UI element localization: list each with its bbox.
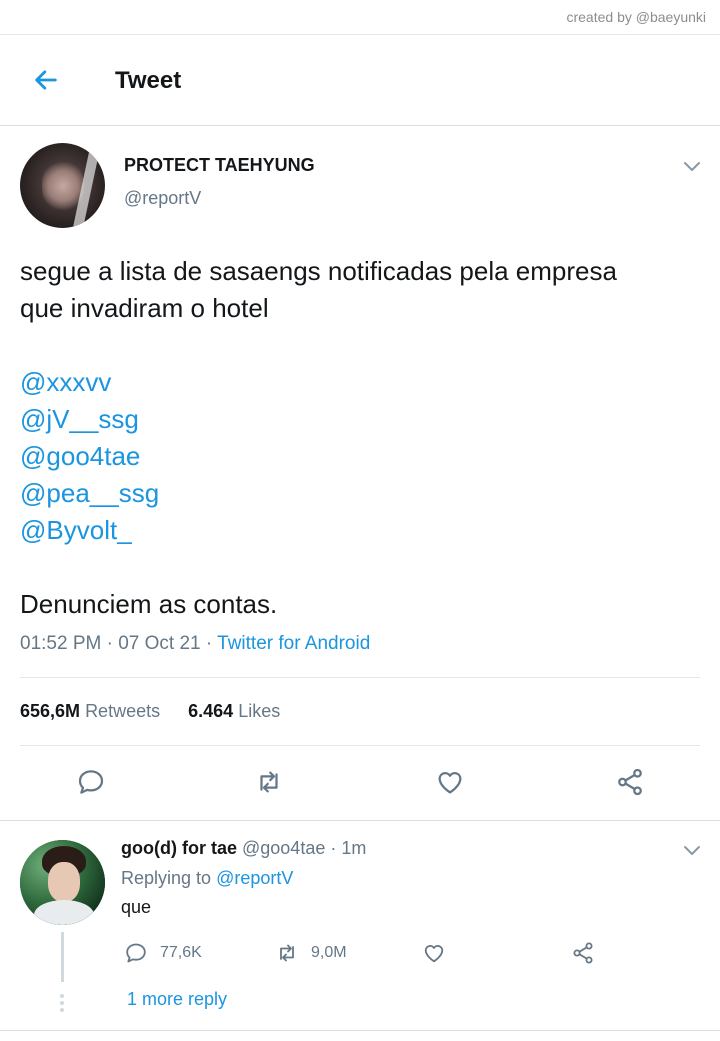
like-heart-icon: [424, 945, 444, 963]
reply-author-avatar[interactable]: [20, 840, 105, 925]
reply-like-button[interactable]: [422, 941, 458, 965]
retweets-label[interactable]: Retweets: [85, 701, 160, 721]
reply-retweet-button[interactable]: 9,0M: [275, 941, 347, 965]
retweet-icon[interactable]: [254, 767, 284, 797]
reply-count: 77,6K: [160, 944, 202, 961]
likes-label[interactable]: Likes: [238, 701, 280, 721]
retweet-icon: [280, 944, 294, 962]
tweet-timestamp: 01:52 PM · 07 Oct 21 ·: [20, 633, 218, 654]
credit-text: created by @baeyunki: [566, 9, 706, 25]
more-replies-link[interactable]: 1 more reply: [127, 989, 227, 1010]
like-heart-icon[interactable]: [435, 767, 465, 797]
replying-to: Replying to @reportV: [121, 868, 293, 889]
reply-icon: [126, 943, 146, 963]
tweet-body: segue a lista de sasaengs notificadas pe…: [20, 253, 700, 623]
share-icon[interactable]: [615, 767, 645, 797]
tweet-source-link[interactable]: Twitter for Android: [217, 633, 370, 654]
reply-header: goo(d) for tae @goo4tae · 1m: [121, 838, 366, 859]
tweet-closing-text: Denunciem as contas.: [20, 589, 278, 619]
page-title: Tweet: [115, 67, 182, 94]
divider: [20, 677, 700, 678]
arrow-left-icon[interactable]: [32, 66, 60, 94]
reply-author-name[interactable]: goo(d) for tae: [121, 838, 237, 858]
mention-link[interactable]: @pea__ssg: [20, 475, 700, 512]
tweet-header: Tweet: [0, 35, 720, 126]
divider: [0, 820, 720, 821]
likes-count[interactable]: 6.464: [188, 701, 233, 721]
reply-author-handle[interactable]: @goo4tae · 1m: [242, 838, 366, 858]
mention-link[interactable]: @jV__ssg: [20, 401, 700, 438]
reply-icon[interactable]: [76, 767, 106, 797]
divider: [20, 745, 700, 746]
thread-line: [61, 932, 64, 982]
thread-dots: [60, 994, 65, 1015]
author-avatar[interactable]: [20, 143, 105, 228]
mention-link[interactable]: @Byvolt_: [20, 512, 700, 549]
replying-to-label: Replying to: [121, 868, 212, 888]
author-name[interactable]: PROTECT TAEHYUNG: [124, 155, 315, 176]
divider: [0, 1030, 720, 1031]
retweets-count[interactable]: 656,6M: [20, 701, 80, 721]
tweet-meta: 01:52 PM · 07 Oct 21 · Twitter for Andro…: [20, 633, 370, 655]
chevron-down-icon[interactable]: [683, 161, 701, 173]
tweet-text-line: segue a lista de sasaengs notificadas pe…: [20, 256, 617, 286]
reply-reply-button[interactable]: 77,6K: [124, 941, 202, 965]
share-icon: [573, 942, 593, 964]
chevron-down-icon[interactable]: [683, 845, 701, 857]
tweet-text-line: que invadiram o hotel: [20, 293, 269, 323]
reply-text: que: [121, 897, 152, 917]
tweet-stats: 656,6M Retweets 6.464 Likes: [20, 701, 280, 722]
reply-share-button[interactable]: [571, 941, 607, 965]
author-handle[interactable]: @reportV: [124, 188, 201, 209]
replying-to-mention[interactable]: @reportV: [216, 868, 293, 888]
retweet-count: 9,0M: [311, 944, 347, 961]
mention-link[interactable]: @xxxvv: [20, 364, 700, 401]
mention-link[interactable]: @goo4tae: [20, 438, 700, 475]
